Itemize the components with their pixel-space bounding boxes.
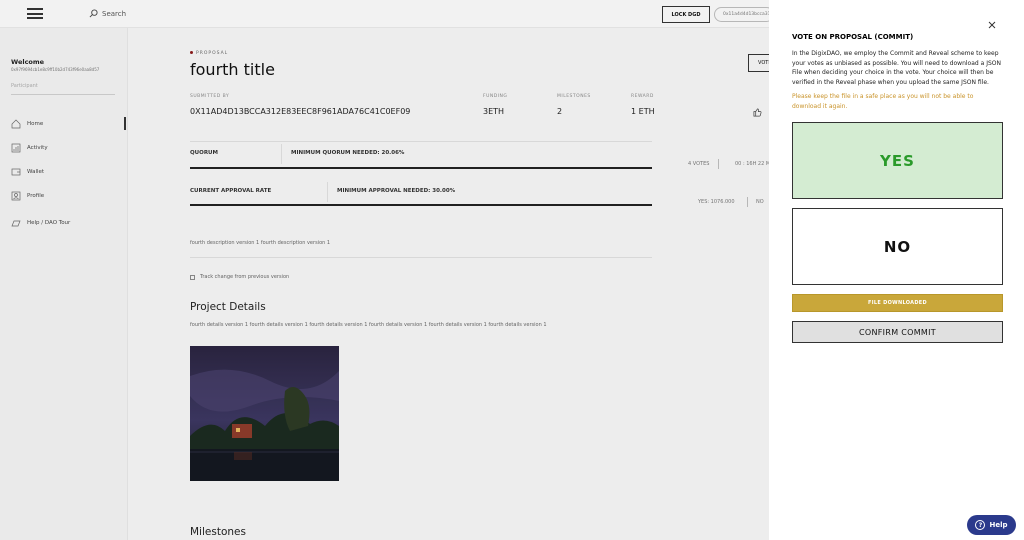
overlay-dim[interactable] (0, 0, 769, 540)
confirm-commit-button[interactable]: CONFIRM COMMIT (792, 321, 1003, 343)
commit-description: In the DigixDAO, we employ the Commit an… (792, 50, 1001, 86)
close-icon[interactable] (988, 21, 996, 29)
file-downloaded-button[interactable]: FILE DOWNLOADED (792, 294, 1003, 312)
panel-title: VOTE ON PROPOSAL (COMMIT) (792, 33, 914, 41)
help-label: Help (989, 521, 1008, 529)
help-button[interactable]: ? Help (967, 515, 1016, 535)
question-icon: ? (975, 520, 986, 530)
vote-commit-panel: VOTE ON PROPOSAL (COMMIT) In the DigixDA… (769, 0, 1024, 540)
download-warning: Please keep the file in a safe place as … (792, 93, 974, 110)
vote-no-button[interactable]: NO (792, 208, 1003, 285)
vote-yes-button[interactable]: YES (792, 122, 1003, 199)
